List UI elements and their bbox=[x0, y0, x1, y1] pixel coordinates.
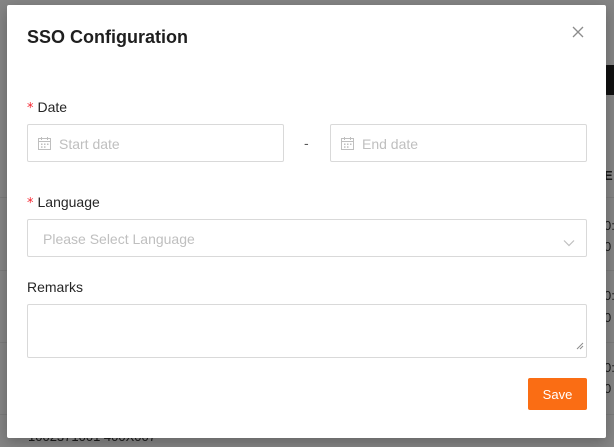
language-select[interactable]: Please Select Language bbox=[27, 219, 587, 257]
date-label-text: Date bbox=[37, 99, 68, 115]
end-date-input[interactable]: End date bbox=[330, 124, 587, 162]
required-indicator: * bbox=[27, 101, 34, 116]
calendar-icon bbox=[38, 137, 51, 155]
end-date-placeholder: End date bbox=[362, 136, 419, 152]
start-date-placeholder: Start date bbox=[59, 136, 120, 152]
remarks-textarea[interactable] bbox=[27, 304, 587, 358]
required-indicator: * bbox=[27, 196, 34, 211]
date-range-separator: - bbox=[304, 135, 309, 151]
resize-handle-icon[interactable] bbox=[576, 337, 584, 355]
save-button[interactable]: Save bbox=[528, 378, 587, 410]
start-date-input[interactable]: Start date bbox=[27, 124, 284, 162]
sso-configuration-dialog: SSO Configuration * Date Start date - En… bbox=[7, 5, 606, 438]
language-placeholder: Please Select Language bbox=[43, 231, 195, 247]
language-label: * Language bbox=[27, 194, 100, 211]
close-icon[interactable] bbox=[568, 22, 588, 42]
calendar-icon bbox=[341, 137, 354, 155]
dialog-title: SSO Configuration bbox=[27, 27, 188, 47]
language-label-text: Language bbox=[37, 194, 100, 210]
date-label: * Date bbox=[27, 99, 67, 116]
chevron-down-icon bbox=[563, 234, 575, 252]
remarks-label: Remarks bbox=[27, 279, 84, 295]
